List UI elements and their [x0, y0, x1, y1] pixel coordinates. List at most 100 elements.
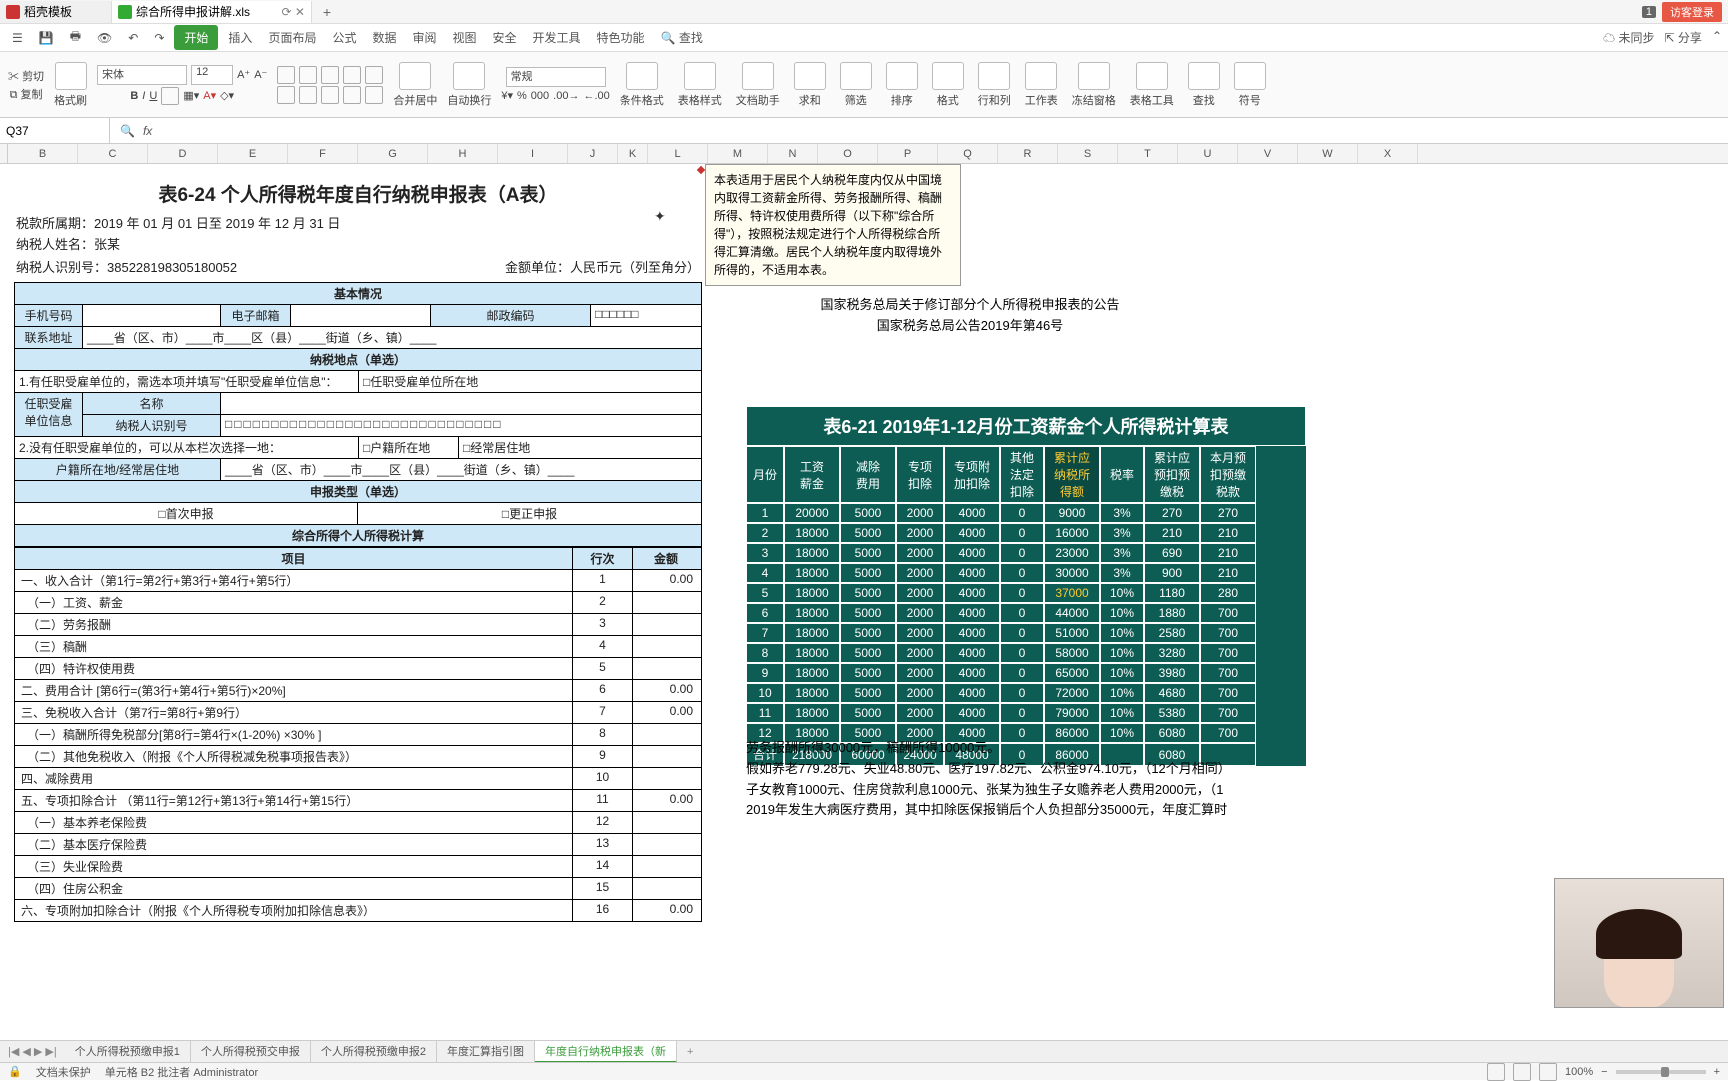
add-sheet-button[interactable]: +: [677, 1044, 703, 1060]
employer-id-value[interactable]: □□□□□□□□□□□□□□□□□□□□□□□□□□□□□□: [221, 415, 701, 436]
col-header-R[interactable]: R: [998, 144, 1058, 163]
align-top-icon[interactable]: [277, 66, 295, 84]
percent-icon[interactable]: %: [517, 90, 527, 102]
tab-templates[interactable]: 稻壳模板: [0, 1, 112, 23]
number-format-select[interactable]: 常规: [506, 67, 606, 87]
col-header-U[interactable]: U: [1178, 144, 1238, 163]
merge-cells-icon[interactable]: [399, 62, 431, 90]
item-amount[interactable]: [633, 592, 699, 613]
first-declare-check[interactable]: □首次申报: [15, 503, 358, 524]
align-mid-icon[interactable]: [299, 66, 317, 84]
col-header-S[interactable]: S: [1058, 144, 1118, 163]
col-header-M[interactable]: M: [708, 144, 768, 163]
sheet-tab-3[interactable]: 年度汇算指引图: [437, 1041, 535, 1063]
col-header-P[interactable]: P: [878, 144, 938, 163]
group-10-icon[interactable]: [1136, 62, 1168, 90]
align-center-icon[interactable]: [299, 86, 317, 104]
col-header-T[interactable]: T: [1118, 144, 1178, 163]
group-12-icon[interactable]: [1234, 62, 1266, 90]
tab-layout[interactable]: 页面布局: [262, 25, 322, 50]
email-value[interactable]: [291, 305, 431, 326]
col-header-N[interactable]: N: [768, 144, 818, 163]
group-1-icon[interactable]: [684, 62, 716, 90]
add-tab-button[interactable]: +: [312, 4, 342, 20]
correct-declare-check[interactable]: □更正申报: [358, 503, 701, 524]
item-amount[interactable]: 0.00: [633, 570, 699, 591]
share-button[interactable]: ⇱ 分享: [1665, 29, 1702, 46]
view-normal-icon[interactable]: [1487, 1063, 1505, 1081]
preview-icon[interactable]: 👁: [91, 27, 118, 49]
align-right-icon[interactable]: [321, 86, 339, 104]
col-header-V[interactable]: V: [1238, 144, 1298, 163]
view-break-icon[interactable]: [1539, 1063, 1557, 1081]
item-amount[interactable]: [633, 834, 699, 855]
collapse-ribbon-icon[interactable]: ⌃: [1712, 29, 1722, 46]
inc-dec-icon[interactable]: .00→: [553, 90, 579, 102]
close-icon[interactable]: ⟳ ✕: [282, 5, 305, 19]
item-amount[interactable]: [633, 614, 699, 635]
col-header-X[interactable]: X: [1358, 144, 1418, 163]
comma-icon[interactable]: 000: [531, 90, 549, 102]
dec-dec-icon[interactable]: ←.00: [583, 90, 609, 102]
tab-start[interactable]: 开始: [174, 25, 218, 50]
tab-view[interactable]: 视图: [447, 25, 483, 50]
item-amount[interactable]: [633, 812, 699, 833]
group-2-icon[interactable]: [742, 62, 774, 90]
sheet-nav-icon[interactable]: |◀ ◀ ▶ ▶|: [0, 1045, 65, 1058]
group-4-icon[interactable]: [840, 62, 872, 90]
option-habitual[interactable]: □经常居住地: [459, 437, 701, 458]
col-header-I[interactable]: I: [498, 144, 568, 163]
border-button[interactable]: [161, 87, 179, 105]
font-size-select[interactable]: 12: [191, 65, 233, 85]
tab-devtools[interactable]: 开发工具: [527, 25, 587, 50]
currency-icon[interactable]: ¥▾: [501, 89, 513, 102]
group-6-icon[interactable]: [932, 62, 964, 90]
align-left-icon[interactable]: [277, 86, 295, 104]
tab-special[interactable]: 特色功能: [591, 25, 651, 50]
group-0-icon[interactable]: [626, 62, 658, 90]
col-header-L[interactable]: L: [648, 144, 708, 163]
align-bot-icon[interactable]: [321, 66, 339, 84]
redo-icon[interactable]: ↷: [148, 27, 170, 49]
item-amount[interactable]: [633, 878, 699, 899]
wrap-text-icon[interactable]: [453, 62, 485, 90]
view-page-icon[interactable]: [1513, 1063, 1531, 1081]
indent-inc-icon[interactable]: [365, 66, 383, 84]
item-amount[interactable]: [633, 856, 699, 877]
sync-status[interactable]: ☁ 未同步: [1603, 29, 1654, 46]
fx-search-icon[interactable]: 🔍: [120, 124, 135, 138]
decrease-font-icon[interactable]: A⁻: [254, 68, 267, 81]
italic-button[interactable]: I: [142, 90, 145, 102]
postcode-value[interactable]: □□□□□□: [591, 305, 701, 326]
indent-dec-icon[interactable]: [343, 66, 361, 84]
fill-color-button[interactable]: ▦▾: [183, 89, 199, 102]
tab-security[interactable]: 安全: [487, 25, 523, 50]
font-color-button[interactable]: A▾: [203, 89, 216, 102]
cut-button[interactable]: ✂ 剪切: [8, 68, 44, 84]
col-header-E[interactable]: E: [218, 144, 288, 163]
sheet-tab-4[interactable]: 年度自行纳税申报表（新: [535, 1041, 677, 1063]
item-amount[interactable]: 0.00: [633, 900, 699, 921]
bold-button[interactable]: B: [130, 90, 138, 102]
group-9-icon[interactable]: [1078, 62, 1110, 90]
print-icon[interactable]: 🖶: [64, 23, 87, 52]
tab-current-file[interactable]: 综合所得申报讲解.xls ⟳ ✕: [112, 1, 312, 23]
group-5-icon[interactable]: [886, 62, 918, 90]
format-painter-icon[interactable]: [55, 62, 87, 90]
clear-format-button[interactable]: ◇▾: [220, 89, 234, 102]
col-header-H[interactable]: H: [428, 144, 498, 163]
employer-name-value[interactable]: [221, 393, 701, 414]
fx-icon[interactable]: fx: [143, 124, 152, 138]
col-header-K[interactable]: K: [618, 144, 648, 163]
tab-review[interactable]: 审阅: [406, 25, 442, 50]
group-8-icon[interactable]: [1025, 62, 1057, 90]
undo-icon[interactable]: ↶: [122, 27, 144, 49]
col-header-B[interactable]: B: [8, 144, 78, 163]
tab-data[interactable]: 数据: [366, 25, 402, 50]
item-amount[interactable]: [633, 636, 699, 657]
item-amount[interactable]: 0.00: [633, 680, 699, 701]
col-header-O[interactable]: O: [818, 144, 878, 163]
tab-insert[interactable]: 插入: [222, 25, 258, 50]
notification-badge[interactable]: 1: [1642, 6, 1656, 18]
cell-reference-box[interactable]: Q37: [0, 118, 110, 143]
